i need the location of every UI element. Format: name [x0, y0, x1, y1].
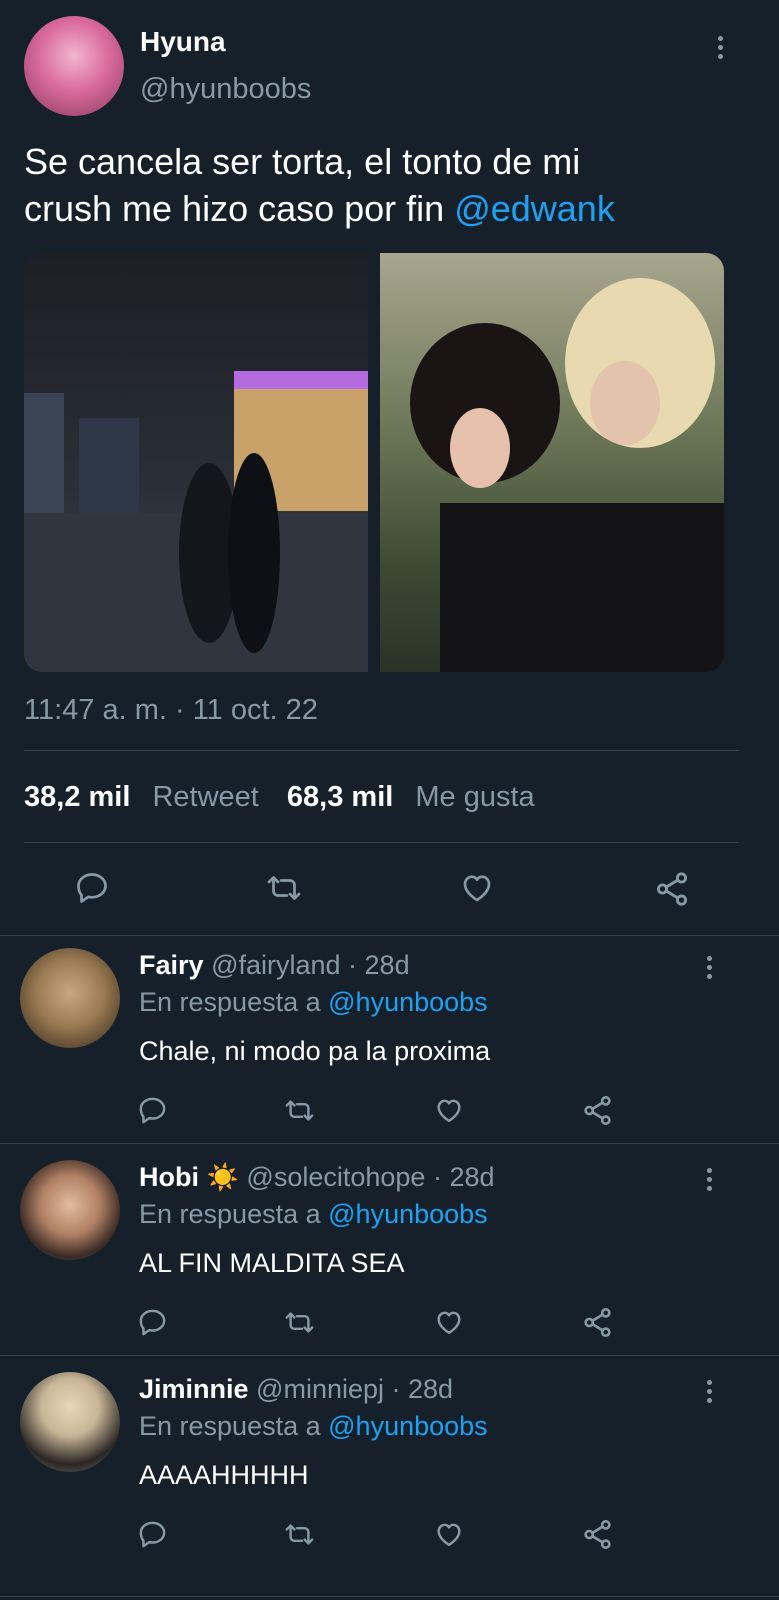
reply-time: · 28d — [432, 1162, 495, 1192]
reply-author-handle[interactable]: @solecitohope — [246, 1162, 425, 1192]
reply-header: Jiminnie @minniepj · 28d — [139, 1374, 453, 1405]
retweets-label[interactable]: Retweet — [152, 781, 258, 813]
more-icon[interactable] — [706, 1380, 712, 1403]
tweet-text-line2: crush me hizo caso por fin — [24, 188, 455, 229]
reply-to-handle[interactable]: @hyunboobs — [328, 1411, 488, 1441]
divider — [0, 1596, 779, 1597]
more-icon[interactable] — [717, 36, 723, 59]
reply-icon[interactable] — [137, 1095, 168, 1126]
tweet-photo-1[interactable] — [24, 253, 368, 672]
heart-icon[interactable] — [433, 1095, 465, 1126]
reply-header: Fairy @fairyland · 28d — [139, 950, 410, 981]
reply-context: En respuesta a @hyunboobs — [139, 987, 488, 1018]
night-city-scene — [24, 371, 368, 672]
likes-count[interactable]: 68,3 mil — [287, 781, 393, 813]
reply-to-label: En respuesta a — [139, 1199, 321, 1229]
more-icon[interactable] — [706, 1168, 712, 1191]
couple-photo-scene — [410, 278, 724, 672]
tweet-photo-2[interactable] — [380, 253, 724, 672]
reply-text: Chale, ni modo pa la proxima — [139, 1036, 491, 1066]
reply-text: AL FIN MALDITA SEA — [139, 1248, 405, 1278]
reply-text: AAAAHHHHH — [139, 1460, 309, 1490]
divider — [0, 1143, 779, 1144]
reply-time: · 28d — [391, 1374, 454, 1404]
reply-to-handle[interactable]: @hyunboobs — [328, 987, 488, 1017]
tweet-timestamp[interactable]: 11:47 a. m. · 11 oct. 22 — [24, 694, 318, 727]
reply-avatar[interactable] — [20, 1372, 120, 1472]
heart-icon[interactable] — [458, 870, 496, 906]
divider — [0, 935, 779, 936]
reply-author-name[interactable]: Jiminnie — [139, 1374, 249, 1404]
retweets-count[interactable]: 38,2 mil — [24, 781, 130, 813]
reply-icon[interactable] — [137, 1519, 168, 1550]
reply-context: En respuesta a @hyunboobs — [139, 1411, 488, 1442]
divider — [24, 842, 739, 843]
reply-icon[interactable] — [74, 870, 110, 906]
mention-link[interactable]: @edwank — [454, 188, 615, 229]
share-icon[interactable] — [653, 870, 691, 908]
author-handle[interactable]: @hyunboobs — [140, 73, 311, 106]
more-icon[interactable] — [706, 956, 712, 979]
retweet-icon[interactable] — [283, 1307, 316, 1338]
tweet-text-line1: Se cancela ser torta, el tonto de mi — [24, 141, 581, 182]
sun-emoji: ☀️ — [206, 1162, 239, 1192]
share-icon[interactable] — [581, 1094, 614, 1127]
heart-icon[interactable] — [433, 1519, 465, 1550]
reply-author-handle[interactable]: @minniepj — [256, 1374, 384, 1404]
reply-to-label: En respuesta a — [139, 987, 321, 1017]
reply-avatar[interactable] — [20, 1160, 120, 1260]
share-icon[interactable] — [581, 1306, 614, 1339]
share-icon[interactable] — [581, 1518, 614, 1551]
reply-time: · 28d — [348, 950, 410, 980]
reply-author-name[interactable]: Fairy — [139, 950, 204, 980]
reply-author-handle[interactable]: @fairyland — [211, 950, 340, 980]
reply-author-name[interactable]: Hobi — [139, 1162, 199, 1192]
reply-to-label: En respuesta a — [139, 1411, 321, 1441]
reply-header: Hobi ☀️ @solecitohope · 28d — [139, 1162, 495, 1193]
divider — [0, 1355, 779, 1356]
reply-to-handle[interactable]: @hyunboobs — [328, 1199, 488, 1229]
author-avatar[interactable] — [24, 16, 124, 116]
tweet-text: Se cancela ser torta, el tonto de mi cru… — [24, 138, 744, 232]
likes-label[interactable]: Me gusta — [415, 781, 534, 813]
divider — [24, 750, 739, 751]
tweet-stats: 38,2 mil Retweet 68,3 mil Me gusta — [24, 781, 535, 814]
retweet-icon[interactable] — [264, 870, 304, 906]
author-name[interactable]: Hyuna — [140, 26, 226, 58]
retweet-icon[interactable] — [283, 1519, 316, 1550]
retweet-icon[interactable] — [283, 1095, 316, 1126]
heart-icon[interactable] — [433, 1307, 465, 1338]
reply-context: En respuesta a @hyunboobs — [139, 1199, 488, 1230]
reply-avatar[interactable] — [20, 948, 120, 1048]
reply-icon[interactable] — [137, 1307, 168, 1338]
